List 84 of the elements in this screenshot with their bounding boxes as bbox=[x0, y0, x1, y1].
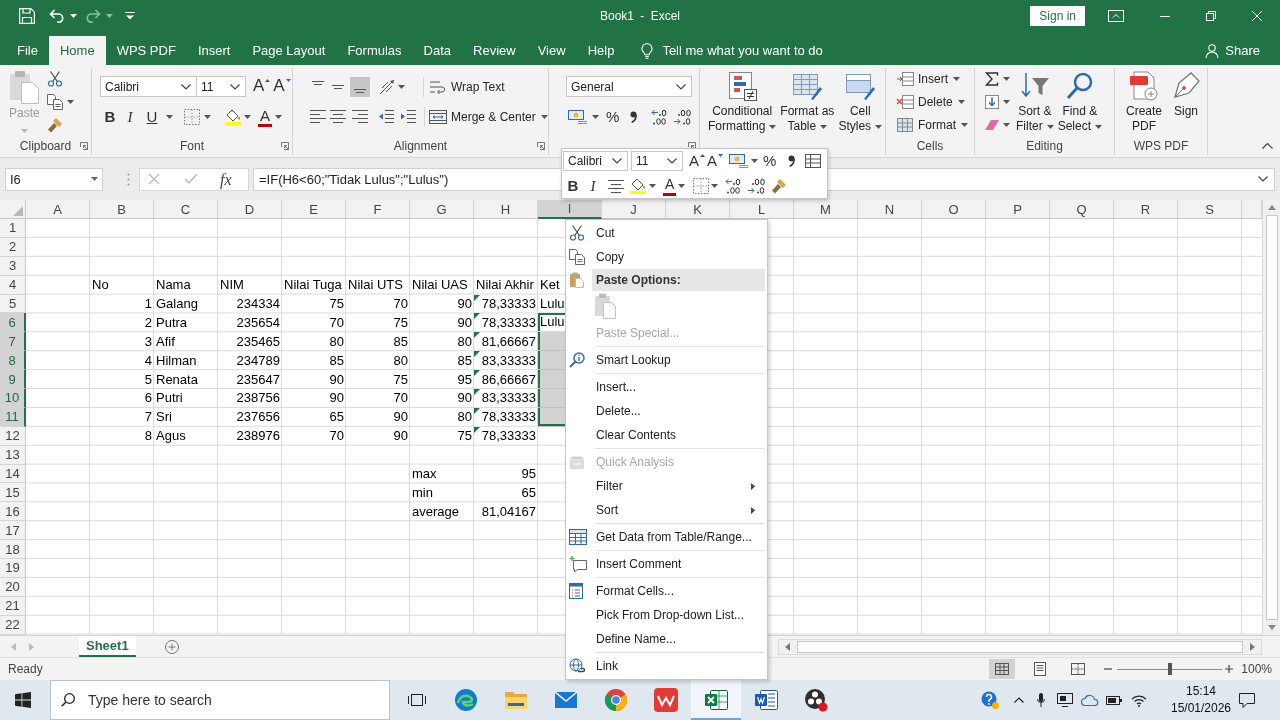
cell-value: 81,66667 bbox=[480, 333, 537, 350]
cell-value: Nilai UTS bbox=[347, 277, 404, 294]
cell-value: Afif bbox=[155, 333, 176, 350]
cell-value: 80 bbox=[328, 333, 345, 350]
cell-value: 7 bbox=[143, 409, 153, 426]
cell-value: 6 bbox=[143, 390, 153, 407]
cell-value: 70 bbox=[392, 296, 409, 312]
cell-value: 95 bbox=[520, 466, 537, 482]
cell-value: 75 bbox=[328, 296, 345, 312]
cell-value: 3 bbox=[143, 333, 153, 350]
cell-value: Hilman bbox=[155, 352, 198, 369]
window-title: Book1 - Excel bbox=[599, 9, 680, 23]
cell-value: 78,33333 bbox=[480, 314, 537, 331]
cell-value: max bbox=[411, 466, 438, 482]
status-text: Ready bbox=[8, 662, 43, 676]
cell-value: 4 bbox=[143, 352, 153, 369]
cell-value: 78,33333 bbox=[480, 409, 537, 426]
zoom-level-text: 100% bbox=[1241, 662, 1272, 676]
group-label: WPS PDF bbox=[1133, 139, 1189, 153]
cell-value: Lulu bbox=[539, 296, 566, 312]
cell-value: 90 bbox=[392, 428, 409, 445]
cell-value: 2 bbox=[143, 314, 153, 331]
cell-value: 80 bbox=[456, 333, 473, 350]
cell-value: 238976 bbox=[235, 428, 281, 445]
cell-value: 90 bbox=[328, 371, 345, 388]
cell-value: 78,33333 bbox=[480, 296, 537, 312]
cell-value: 238756 bbox=[235, 390, 281, 407]
cell-value: 65 bbox=[520, 484, 537, 501]
cell-value: Nilai Tuga bbox=[283, 277, 343, 294]
cell-value: 90 bbox=[328, 390, 345, 407]
cell-value: 234334 bbox=[235, 296, 281, 312]
cell-value: 70 bbox=[328, 428, 345, 445]
cell-value: 83,33333 bbox=[480, 390, 537, 407]
cell-value: 75 bbox=[392, 371, 409, 388]
cell-value: 235465 bbox=[235, 333, 281, 350]
cell-value: 95 bbox=[456, 371, 473, 388]
cell-value: Ket bbox=[539, 277, 561, 294]
cell-value: Galang bbox=[155, 296, 199, 312]
clock-date: 15/01/2026 bbox=[1170, 700, 1232, 717]
group-label: Font bbox=[180, 139, 204, 153]
group-label: Cells bbox=[916, 139, 944, 153]
group-label: Clipboard bbox=[19, 139, 72, 153]
cell-value: 83,33333 bbox=[480, 352, 537, 369]
group-label: Alignment bbox=[393, 139, 448, 153]
cell-value: 237656 bbox=[235, 409, 281, 426]
cell-value: 65 bbox=[328, 409, 345, 426]
cell-value: Lulu bbox=[539, 314, 566, 331]
cell-value: average bbox=[411, 503, 460, 520]
cell-value: 85 bbox=[456, 352, 473, 369]
cell-value: 86,66667 bbox=[480, 371, 537, 388]
cell-value: 70 bbox=[328, 314, 345, 331]
cell-value: 5 bbox=[143, 371, 153, 388]
menu-section-header: Paste Options: bbox=[592, 269, 765, 291]
cell-value: Nilai UAS bbox=[411, 277, 469, 294]
cell-value: 81,04167 bbox=[480, 503, 537, 520]
cell-value: 234789 bbox=[235, 352, 281, 369]
cell-value: Sri bbox=[155, 409, 173, 426]
cell-value: 90 bbox=[456, 296, 473, 312]
group-label: Editing bbox=[1026, 139, 1063, 153]
cell-value: 8 bbox=[143, 428, 153, 445]
cell-value: 235654 bbox=[235, 314, 281, 331]
cell-value: Putra bbox=[155, 314, 189, 331]
cell-value: No bbox=[91, 277, 110, 294]
cell-value: 90 bbox=[456, 390, 473, 407]
cell-value: Agus bbox=[155, 428, 187, 445]
cell-value: 1 bbox=[143, 296, 153, 312]
cell-value: 75 bbox=[456, 428, 473, 445]
cell-value: Nama bbox=[155, 277, 192, 294]
cell-value: min bbox=[411, 484, 434, 501]
cell-value: 75 bbox=[392, 314, 409, 331]
cell-value: Putri bbox=[155, 390, 184, 407]
cell-value: NIM bbox=[219, 277, 245, 294]
cell-value: 235647 bbox=[235, 371, 281, 388]
cell-value: Renata bbox=[155, 371, 199, 388]
cell-value: 78,33333 bbox=[480, 428, 537, 445]
cell-value: 90 bbox=[392, 409, 409, 426]
cell-value: 85 bbox=[392, 333, 409, 350]
cell-value: 85 bbox=[328, 352, 345, 369]
cell-value: 70 bbox=[392, 390, 409, 407]
cell-value: 90 bbox=[456, 314, 473, 331]
clock-time: 15:14 bbox=[1186, 683, 1216, 700]
cell-value: 80 bbox=[456, 409, 473, 426]
cell-value: Nilai Akhir bbox=[475, 277, 535, 294]
cell-value: 80 bbox=[392, 352, 409, 369]
